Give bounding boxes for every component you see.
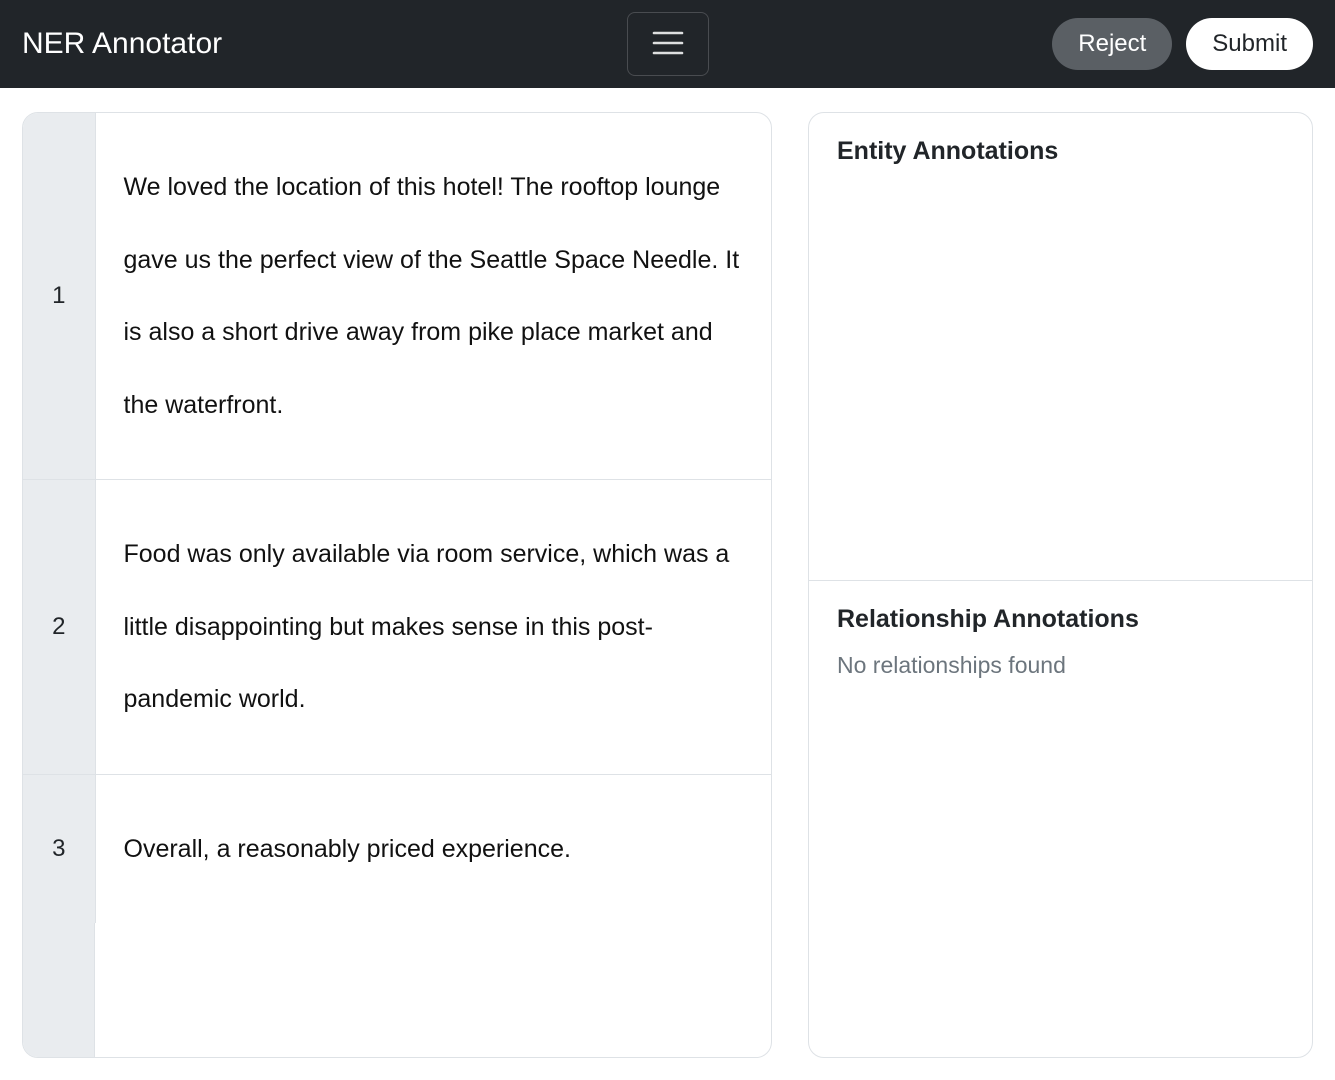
sentence-table: 1 We loved the location of this hotel! T… [23,113,771,923]
annotations-panel: Entity Annotations Relationship Annotati… [808,112,1313,1058]
entity-annotations-section: Entity Annotations [809,113,1312,581]
row-number: 3 [23,774,95,923]
entity-annotations-title: Entity Annotations [837,137,1284,166]
header-actions: Reject Submit [1052,18,1313,70]
sentence-text[interactable]: Overall, a reasonably priced experience. [95,774,771,923]
panel-filler [23,923,771,1057]
hamburger-icon [648,23,688,66]
relationships-empty-message: No relationships found [837,652,1284,679]
document-panel: 1 We loved the location of this hotel! T… [22,112,772,1058]
main-content: 1 We loved the location of this hotel! T… [0,88,1335,1080]
gutter [23,923,95,1057]
submit-button[interactable]: Submit [1186,18,1313,70]
relationship-annotations-section: Relationship Annotations No relationship… [809,581,1312,1057]
reject-button[interactable]: Reject [1052,18,1172,70]
app-title: NER Annotator [22,27,222,61]
sentence-text[interactable]: Food was only available via room service… [95,480,771,775]
relationship-annotations-title: Relationship Annotations [837,605,1284,634]
menu-toggle-button[interactable] [627,12,709,76]
row-number: 1 [23,113,95,480]
table-row: 1 We loved the location of this hotel! T… [23,113,771,480]
row-number: 2 [23,480,95,775]
table-row: 2 Food was only available via room servi… [23,480,771,775]
sentence-text[interactable]: We loved the location of this hotel! The… [95,113,771,480]
table-row: 3 Overall, a reasonably priced experienc… [23,774,771,923]
app-header: NER Annotator Reject Submit [0,0,1335,88]
